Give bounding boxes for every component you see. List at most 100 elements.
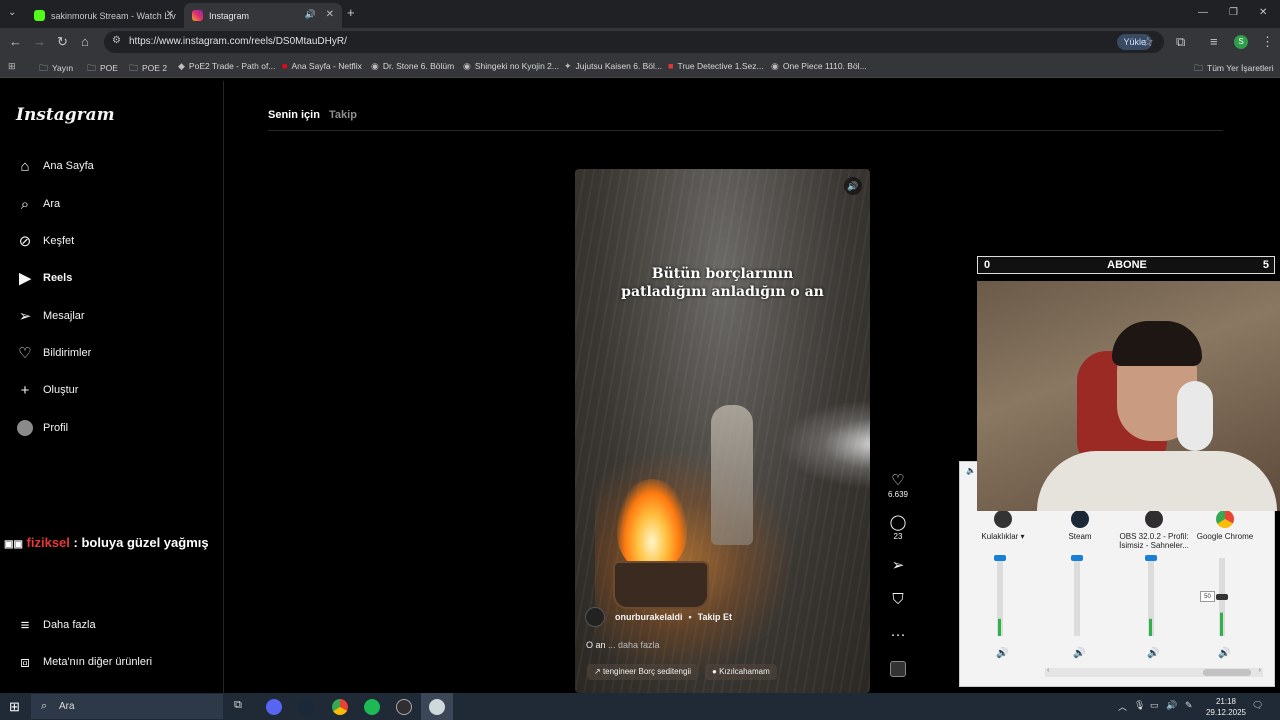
site-info-icon[interactable]: ⚙ [112,35,121,46]
spotify-icon[interactable] [364,699,380,715]
back-icon[interactable]: ← [9,34,22,50]
options-button[interactable]: ··· [880,626,916,644]
task-view-icon[interactable]: ⧉ [234,699,242,712]
restore-icon[interactable]: ❐ [1229,5,1238,21]
active-app[interactable] [421,693,453,720]
tray-chevron-icon[interactable]: ︿ [1118,700,1127,713]
url-text[interactable]: https://www.instagram.com/reels/DS0MtauD… [129,36,347,47]
nav-notifications[interactable]: ♡ Bildirimler [16,341,91,365]
like-count: 6.639 [887,490,909,499]
speaker-icon[interactable]: 🔊 [305,9,316,20]
media-icon[interactable]: ≡ [1210,34,1218,50]
location-chip[interactable]: ● Kızılcahamam [705,664,777,680]
obs-icon[interactable] [396,699,412,715]
close-tab-icon[interactable]: ✕ [166,9,174,20]
microphone-icon[interactable]: 🎙 [1134,700,1145,711]
pen-icon[interactable]: ✎ [1185,700,1193,711]
tab-search-icon[interactable]: ⌄ [8,5,16,21]
notifications-icon[interactable]: 🗨 [1252,700,1263,711]
taskbar-search[interactable]: ⌕ Ara [31,694,223,719]
bookmark-item[interactable]: ■ Ana Sayfa - Netflix [282,61,362,71]
avatar[interactable] [585,607,605,627]
comment-icon: ◯ [889,514,907,531]
stream-chat-message: ▣▣ fiziksel : boluya güzel yağmış [4,535,209,550]
nav-profile[interactable]: Profil [16,416,68,440]
all-bookmarks[interactable]: 🗀 Tüm Yer İşaretleri [1194,61,1274,77]
volume-thumb[interactable] [1071,555,1083,561]
apps-icon[interactable]: ⊞ [8,61,20,72]
scroll-left-icon[interactable]: ‹ [1047,667,1049,674]
bookmark-item[interactable]: ◉ One Piece 1110. Böl... [771,61,867,72]
star-icon[interactable]: ☆ [1142,34,1154,50]
volume-track[interactable] [1074,558,1080,636]
close-window-icon[interactable]: ✕ [1259,5,1267,21]
tab-instagram[interactable]: Instagram 🔊 ✕ [184,3,342,28]
video-frame [711,405,753,545]
nav-search[interactable]: ⌕ Ara [16,192,60,216]
mute-icon[interactable]: 🔊 [1073,648,1085,659]
close-tab-icon[interactable]: ✕ [326,9,334,20]
menu-icon[interactable]: ⋮ [1261,34,1274,50]
bookmark-item[interactable]: ◆ PoE2 Trade - Path of... [178,61,275,72]
mute-icon[interactable]: 🔊 [844,177,862,195]
windows-start-icon[interactable]: ⊞ [9,699,20,715]
reload-icon[interactable]: ↻ [57,34,68,50]
bookmark-item[interactable]: 🗀 POE [87,61,118,77]
follow-button[interactable]: Takip Et [698,612,732,622]
extensions-icon[interactable]: ⧉ [1176,34,1185,50]
pin-icon: ● [712,667,720,676]
bookmark-item[interactable]: ◉ Dr. Stone 6. Bölüm [371,61,454,72]
nav-home[interactable]: ⌂ Ana Sayfa [16,154,93,178]
volume-thumb[interactable] [994,555,1006,561]
save-button[interactable]: ⛉ [880,591,916,609]
clock[interactable]: 21:18 29.12.2025 [1206,696,1246,718]
bookmark-item[interactable]: ✦ Jujutsu Kaisen 6. Böl... [564,61,662,72]
address-bar[interactable]: ⚙ https://www.instagram.com/reels/DS0Mta… [104,31,1164,53]
reel-video[interactable]: 🔊 Bütün borçlarının patladığını anladığı… [575,169,870,693]
mute-icon[interactable]: 🔊 [1147,648,1159,659]
instagram-logo[interactable]: Instagram [16,105,115,125]
nav-reels[interactable]: ▶ Reels [16,266,72,290]
tab-kick[interactable]: sakinmoruk Stream - Watch Liv ✕ [26,3,182,28]
audio-chip[interactable]: ↗ tengineer Borç seditengii [587,664,698,680]
bookmark-item[interactable]: ◉ Shingeki no Kyojin 2... [463,61,559,72]
nav-more[interactable]: ≡ Daha fazla [16,613,96,637]
bookmarks-bar: ⊞ 🗀 Yayın 🗀 POE 🗀 POE 2 ◆ PoE2 Trade - Path … [0,56,1280,78]
nav-meta-products[interactable]: ⧈ Meta'nın diğer ürünleri [16,650,152,674]
reels-icon: ▶ [19,270,31,287]
grid-icon: ⧈ [20,653,30,671]
volume-icon[interactable]: 🔊 [1166,700,1177,711]
volume-thumb[interactable] [1216,594,1228,600]
more-link[interactable]: ... daha fazla [608,640,660,650]
minimize-icon[interactable]: — [1198,5,1208,21]
volume-thumb[interactable] [1145,555,1157,561]
bookmark-item[interactable]: 🗀 POE 2 [129,61,167,77]
like-button[interactable]: ♡ 6.639 [880,472,916,499]
subscriber-goal-bar: ABONE 0 5 [977,256,1275,274]
tab-following[interactable]: Takip [329,109,357,121]
scroll-right-icon[interactable]: › [1259,667,1261,674]
username[interactable]: onurburakelaldi [615,612,683,622]
nav-messages[interactable]: ➢ Mesajlar [16,304,85,328]
comment-button[interactable]: ◯ 23 [880,514,916,541]
audio-thumbnail[interactable] [880,661,916,679]
profile-avatar[interactable]: S [1234,35,1248,49]
tab-for-you[interactable]: Senin için [268,109,320,121]
chrome-icon[interactable] [332,699,348,715]
nav-explore[interactable]: ⊘ Keşfet [16,229,74,253]
mute-icon[interactable]: 🔊 [1218,648,1230,659]
scrollbar-thumb[interactable] [1203,669,1251,676]
steam-icon[interactable] [298,699,314,715]
discord-icon[interactable] [266,699,282,715]
mute-icon[interactable]: 🔊 [996,648,1008,659]
nav-create[interactable]: + Oluştur [16,378,79,402]
separator: • [688,612,692,622]
new-tab-button[interactable]: + [347,5,355,21]
bookmark-item[interactable]: 🗀 Yayın [39,61,73,77]
horizontal-scrollbar[interactable]: ‹ › [1045,667,1263,677]
home-icon[interactable]: ⌂ [81,34,89,50]
bookmark-item[interactable]: ■ True Detective 1.Sez... [668,61,764,71]
share-button[interactable]: ➢ [880,557,916,575]
forward-icon[interactable]: → [33,34,46,50]
network-icon[interactable]: ▭ [1150,700,1159,711]
